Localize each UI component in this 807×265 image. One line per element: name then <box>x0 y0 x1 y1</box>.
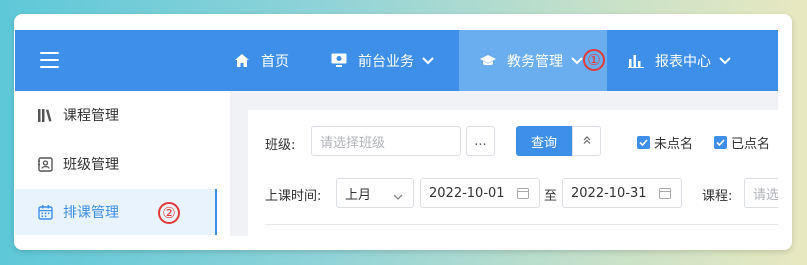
sidebar-item-label: 排课管理 <box>63 205 119 221</box>
monitor-icon <box>330 53 348 69</box>
calendar-icon <box>37 204 53 220</box>
unmarked-checkbox[interactable]: 未点名 <box>637 133 693 152</box>
class-time-label: 上课时间: <box>265 189 322 204</box>
date-to-input[interactable]: 2022-10-31 <box>562 178 682 208</box>
period-select-value: 上月 <box>345 187 372 203</box>
books-icon <box>37 107 53 123</box>
sidebar-item-label: 班级管理 <box>63 157 119 173</box>
query-button[interactable]: 查询 <box>516 126 572 156</box>
nav-home-label: 首页 <box>261 53 289 70</box>
class-label: 班级: <box>265 138 296 153</box>
chevron-down-icon <box>719 56 731 65</box>
sidebar-item-classes[interactable]: 班级管理 <box>15 141 215 187</box>
class-select-input[interactable]: 请选择班级 <box>311 126 461 156</box>
bar-chart-icon <box>627 53 645 69</box>
divider <box>265 224 778 225</box>
annotation-marker-2: ② <box>158 202 180 224</box>
annotation-marker-1: ① <box>583 49 605 71</box>
double-chevron-up-icon <box>582 134 592 149</box>
collapse-filters-button[interactable] <box>572 126 601 156</box>
nav-reports[interactable]: 报表中心 <box>627 30 731 91</box>
nav-reports-label: 报表中心 <box>655 53 711 70</box>
graduation-cap-icon <box>479 53 497 69</box>
top-navigation-bar: 首页 前台业务 教务管理 ① 报表中心 <box>15 30 778 91</box>
date-separator: 至 <box>544 189 558 204</box>
checkmark-icon <box>637 136 650 149</box>
marked-checkbox[interactable]: 已点名 <box>714 133 770 152</box>
calendar-icon <box>659 187 671 199</box>
nav-front-desk[interactable]: 前台业务 <box>330 30 434 91</box>
more-button[interactable]: ... <box>466 126 495 156</box>
nav-home[interactable]: 首页 <box>233 30 289 91</box>
marked-label: 已点名 <box>731 137 771 152</box>
nav-front-desk-label: 前台业务 <box>358 53 414 70</box>
course-label: 课程: <box>702 189 733 204</box>
sidebar-item-courses[interactable]: 课程管理 <box>15 92 215 138</box>
chevron-down-icon <box>393 190 403 200</box>
chevron-down-icon <box>422 56 434 65</box>
date-from-input[interactable]: 2022-10-01 <box>420 178 540 208</box>
calendar-icon <box>517 187 529 199</box>
menu-toggle-icon[interactable] <box>40 52 59 68</box>
sidebar-item-scheduling[interactable]: 排课管理 <box>15 189 217 235</box>
chevron-down-icon <box>571 56 583 65</box>
unmarked-label: 未点名 <box>654 137 694 152</box>
checkmark-icon <box>714 136 727 149</box>
contact-card-icon <box>37 156 53 172</box>
nav-academic-label: 教务管理 <box>507 53 563 70</box>
date-to-value: 2022-10-31 <box>571 185 647 201</box>
sidebar-item-label: 课程管理 <box>63 108 119 124</box>
home-icon <box>233 53 251 69</box>
date-from-value: 2022-10-01 <box>429 185 505 201</box>
period-select[interactable]: 上月 <box>336 178 414 208</box>
course-select-input[interactable]: 请选 <box>744 178 778 208</box>
